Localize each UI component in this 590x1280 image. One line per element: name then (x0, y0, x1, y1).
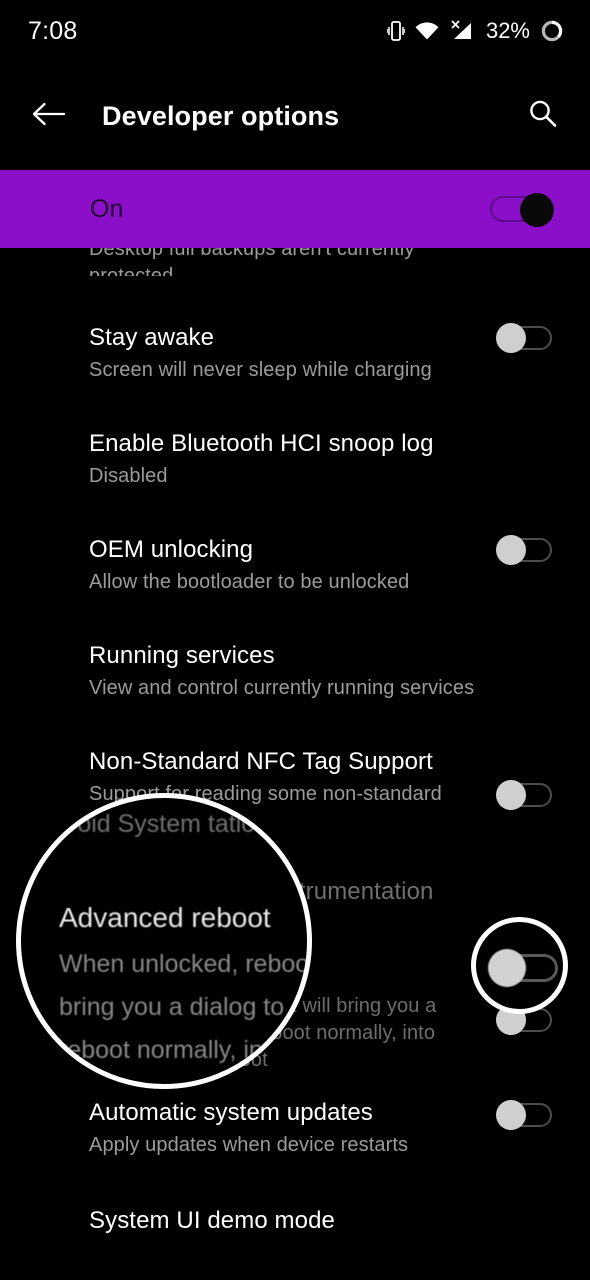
row-text: Desktop full backups aren't currently pr… (89, 248, 496, 276)
master-switch-thumb (520, 193, 554, 227)
list-item-running-services[interactable]: Running services View and control curren… (0, 641, 590, 702)
row-text: Running services View and control curren… (89, 641, 496, 702)
list-item-title: Stay awake (89, 324, 215, 351)
list-item-advanced-reboot[interactable]: Advanced reboot When unlocked, reboot wi… (0, 959, 590, 1074)
list-item-automatic-system-updates[interactable]: Automatic system updates Apply updates w… (0, 1098, 590, 1159)
master-switch-toggle[interactable] (490, 193, 554, 227)
list-item[interactable]: Desktop full backups aren't currently pr… (0, 248, 590, 276)
oem-unlocking-switch[interactable] (496, 535, 552, 565)
list-item-subtitle: Allow the bootloader to be unlocked (89, 571, 410, 593)
list-item-subtitle: Apply updates when device restarts (89, 1134, 409, 1156)
row-text: Stay awake Screen will never sleep while… (89, 323, 496, 384)
row-text: Android System Instrumentation (89, 877, 496, 907)
advanced-reboot-switch[interactable] (496, 1004, 552, 1035)
row-text: Advanced reboot When unlocked, reboot wi… (89, 959, 496, 1074)
list-item-subtitle: Support for reading some non-standard NF… (89, 783, 442, 832)
row-control (496, 1004, 552, 1035)
wifi-icon (414, 20, 440, 42)
page-title: Developer options (102, 100, 340, 131)
row-control (496, 780, 552, 810)
list-item-subtitle: Disabled (89, 465, 168, 487)
list-item-title: Advanced reboot (89, 960, 272, 987)
row-text: Non-Standard NFC Tag Support Support for… (89, 747, 496, 835)
app-bar: Developer options (0, 62, 590, 170)
battery-ring-icon (540, 19, 564, 43)
switch-thumb (496, 535, 526, 565)
switch-thumb (496, 1100, 526, 1130)
master-switch-label: On (90, 194, 124, 223)
cellular-no-sim-icon (449, 19, 475, 43)
list-item-system-ui-demo-mode[interactable]: System UI demo mode (0, 1206, 590, 1246)
search-icon (526, 97, 560, 136)
row-control (496, 1100, 552, 1130)
non-standard-nfc-switch[interactable] (496, 780, 552, 810)
list-item-bluetooth-hci-snoop-log[interactable]: Enable Bluetooth HCI snoop log Disabled (0, 429, 590, 490)
vibrate-icon (386, 19, 405, 43)
switch-thumb (496, 323, 526, 353)
list-item-title: Running services (89, 642, 275, 669)
list-item-subtitle: View and control currently running servi… (89, 677, 475, 699)
row-control (496, 535, 552, 565)
settings-list[interactable]: Desktop full backups aren't currently pr… (0, 248, 590, 1280)
developer-options-master-banner[interactable]: On (0, 170, 590, 248)
list-item-title: Automatic system updates (89, 1099, 373, 1126)
stay-awake-switch[interactable] (496, 323, 552, 353)
automatic-system-updates-switch[interactable] (496, 1100, 552, 1130)
list-item-title: Enable Bluetooth HCI snoop log (89, 430, 434, 457)
list-item-oem-unlocking[interactable]: OEM unlocking Allow the bootloader to be… (0, 535, 590, 596)
list-item-subtitle: When unlocked, reboot will bring you a d… (89, 995, 437, 1071)
row-text: System UI demo mode (89, 1206, 496, 1236)
status-bar: 7:08 32% (0, 0, 590, 62)
list-item-subtitle: Desktop full backups aren't currently pr… (89, 248, 415, 276)
status-bar-clock: 7:08 (28, 16, 78, 45)
list-item-title: Android System Instrumentation (89, 878, 434, 905)
row-text: OEM unlocking Allow the bootloader to be… (89, 535, 496, 596)
switch-thumb (496, 780, 526, 810)
list-item-subtitle: Screen will never sleep while charging (89, 359, 432, 381)
list-item-android-system-instrumentation[interactable]: Android System Instrumentation (0, 877, 590, 917)
row-text: Automatic system updates Apply updates w… (89, 1098, 496, 1159)
row-control (496, 323, 552, 353)
list-item-title: OEM unlocking (89, 536, 254, 563)
back-arrow-icon (32, 102, 66, 131)
list-item-non-standard-nfc-tag-support[interactable]: Non-Standard NFC Tag Support Support for… (0, 747, 590, 835)
battery-percent-label: 32% (485, 18, 530, 43)
status-bar-icons: 32% (386, 18, 564, 44)
back-button[interactable] (26, 93, 72, 139)
list-item-title: Non-Standard NFC Tag Support (89, 748, 433, 775)
list-item-title: System UI demo mode (89, 1207, 335, 1234)
search-button[interactable] (520, 93, 566, 139)
list-item-stay-awake[interactable]: Stay awake Screen will never sleep while… (0, 323, 590, 384)
row-text: Enable Bluetooth HCI snoop log Disabled (89, 429, 496, 490)
switch-thumb (496, 1004, 526, 1035)
